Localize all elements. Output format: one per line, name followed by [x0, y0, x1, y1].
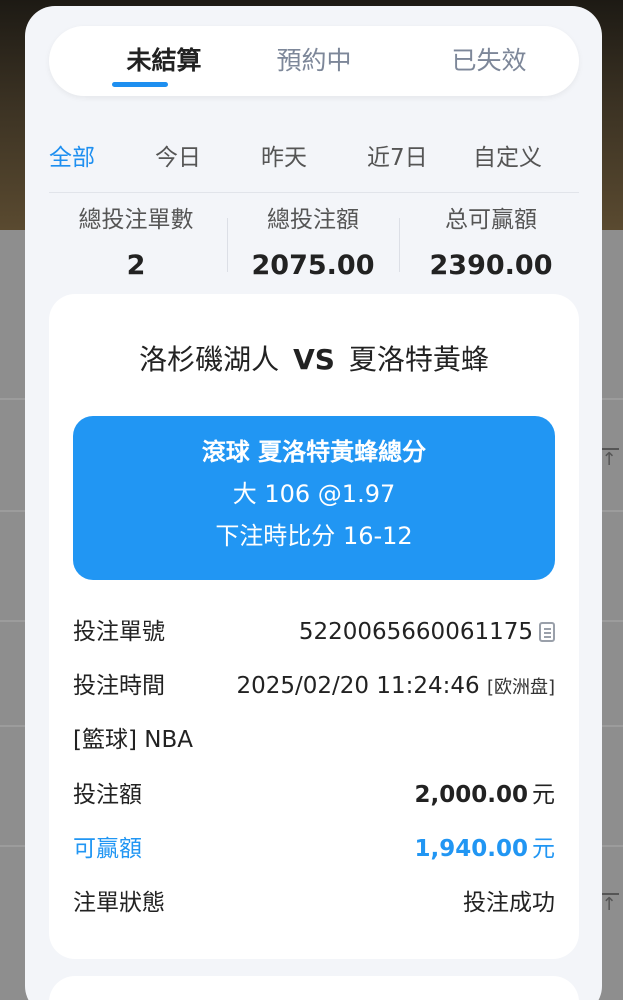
bet-time: 2025/02/20 11:24:46	[236, 673, 480, 699]
copy-icon[interactable]	[539, 622, 555, 642]
active-tab-indicator	[112, 82, 168, 87]
status-label: 注單狀態	[73, 890, 165, 916]
stat-value: 2075.00	[251, 250, 375, 281]
background-arrow-icon: ↑	[599, 448, 619, 470]
tab-expired[interactable]: 已失效	[419, 26, 559, 96]
currency-unit: 元	[532, 782, 555, 808]
date-filter-bar: 全部 今日 昨天 近7日 自定义	[25, 136, 602, 180]
bet-score-at-bet: 下注時比分 16-12	[215, 522, 413, 550]
background-arrow-icon: ↑	[599, 893, 619, 915]
stat-value: 2390.00	[429, 250, 553, 281]
league-label: [籃球] NBA	[73, 727, 193, 753]
stat-label: 總投注單數	[78, 207, 194, 233]
bet-records-modal: 未結算 預約中 已失效 全部 今日 昨天 近7日 自定义 總投注單數 2 總投注…	[25, 6, 602, 1000]
stat-total-winnable: 总可贏額 2390.00	[406, 202, 576, 288]
bet-selection: 大 106 @1.97	[232, 480, 396, 508]
date-filter-yesterday[interactable]: 昨天	[261, 136, 307, 180]
date-filter-custom[interactable]: 自定义	[473, 136, 542, 180]
winnable-value: 1,940.00 元	[415, 829, 556, 869]
date-filter-7days[interactable]: 近7日	[367, 136, 428, 180]
odds-type: [欧洲盘]	[486, 677, 555, 698]
stake-row: 投注額 2,000.00 元	[73, 775, 555, 815]
stake-label: 投注額	[73, 782, 142, 808]
next-bet-card[interactable]	[49, 976, 579, 1000]
bet-time-value: 2025/02/20 11:24:46 [欧洲盘]	[236, 666, 555, 708]
date-filter-today[interactable]: 今日	[155, 136, 201, 180]
status-row: 注單狀態 投注成功	[73, 883, 555, 923]
bet-time-label: 投注時間	[73, 673, 165, 699]
order-number-row: 投注單號 5220065660061175	[73, 612, 555, 652]
date-filter-all[interactable]: 全部	[49, 136, 95, 180]
bet-market: 滾球 夏洛特黃蜂總分	[201, 438, 427, 466]
stat-label: 總投注額	[267, 207, 359, 233]
order-number-value: 5220065660061175	[299, 612, 555, 652]
summary-stats: 總投注單數 2 總投注額 2075.00 总可贏額 2390.00	[25, 202, 602, 288]
match-title: 洛杉磯湖人 VS 夏洛特黃蜂	[49, 338, 579, 382]
divider	[49, 192, 579, 193]
bet-card[interactable]: 洛杉磯湖人 VS 夏洛特黃蜂 滾球 夏洛特黃蜂總分 大 106 @1.97 下注時比…	[49, 294, 579, 959]
stat-total-amount: 總投注額 2075.00	[228, 202, 398, 288]
winnable-label: 可贏額	[73, 836, 142, 862]
stake-amount: 2,000.00	[414, 782, 529, 808]
currency-unit: 元	[532, 836, 555, 862]
stake-value: 2,000.00 元	[415, 775, 556, 815]
status-value: 投注成功	[463, 890, 555, 916]
bet-selection-box: 滾球 夏洛特黃蜂總分 大 106 @1.97 下注時比分 16-12	[73, 416, 555, 580]
winnable-amount: 1,940.00	[414, 836, 529, 862]
home-team: 洛杉磯湖人	[139, 343, 280, 376]
order-number: 5220065660061175	[298, 619, 533, 645]
order-number-label: 投注單號	[73, 619, 165, 645]
stat-label: 总可贏額	[445, 207, 537, 233]
vs-label: VS	[293, 343, 335, 376]
winnable-row: 可贏額 1,940.00 元	[73, 829, 555, 869]
bet-time-row: 投注時間 2025/02/20 11:24:46 [欧洲盘]	[73, 666, 555, 706]
stat-value: 2	[126, 250, 146, 281]
stat-divider	[399, 218, 400, 272]
league-row: [籃球] NBA	[73, 720, 555, 760]
stat-total-bets: 總投注單數 2	[51, 202, 221, 288]
tab-reserved[interactable]: 預約中	[244, 26, 384, 96]
away-team: 夏洛特黃蜂	[348, 343, 489, 376]
